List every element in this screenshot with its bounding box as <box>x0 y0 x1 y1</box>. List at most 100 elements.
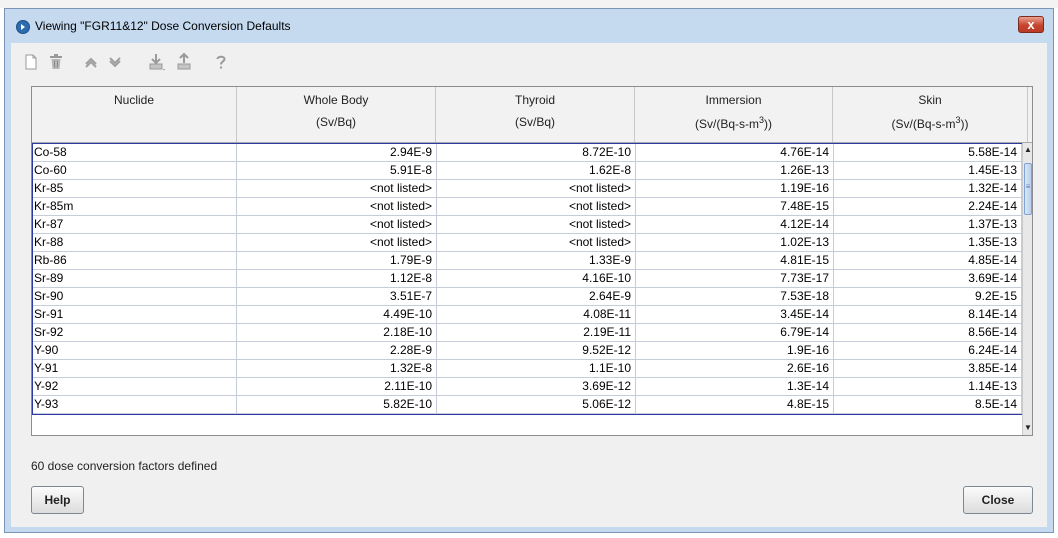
cell-nuclide[interactable]: Y-93 <box>32 396 237 413</box>
scroll-up-arrow-icon[interactable]: ▲ <box>1023 143 1032 157</box>
table-row[interactable]: Co-60 5.91E-8 1.62E-8 1.26E-13 1.45E-13 <box>33 162 1022 180</box>
cell-skin[interactable]: 1.37E-13 <box>834 216 1022 233</box>
cell-immersion[interactable]: 1.9E-16 <box>636 342 834 359</box>
title-bar[interactable]: Viewing "FGR11&12" Dose Conversion Defau… <box>5 9 1053 43</box>
cell-skin[interactable]: 1.14E-13 <box>834 378 1022 395</box>
cell-thyroid[interactable]: <not listed> <box>437 234 636 251</box>
table-row[interactable]: Y-91 1.32E-8 1.1E-10 2.6E-16 3.85E-14 <box>33 360 1022 378</box>
cell-whole-body[interactable]: 3.51E-7 <box>238 288 437 305</box>
window-close-button[interactable]: x <box>1018 16 1044 33</box>
column-header-whole-body[interactable]: Whole Body (Sv/Bq) <box>237 87 436 142</box>
cell-thyroid[interactable]: 2.64E-9 <box>437 288 636 305</box>
cell-skin[interactable]: 3.69E-14 <box>834 270 1022 287</box>
delete-icon[interactable] <box>46 52 66 72</box>
cell-whole-body[interactable]: 5.82E-10 <box>238 396 437 413</box>
cell-whole-body[interactable]: 2.28E-9 <box>238 342 437 359</box>
cell-whole-body[interactable]: 2.11E-10 <box>238 378 437 395</box>
cell-immersion[interactable]: 4.81E-15 <box>636 252 834 269</box>
cell-whole-body[interactable]: 2.94E-9 <box>238 144 437 161</box>
cell-whole-body[interactable]: <not listed> <box>238 234 437 251</box>
column-header-skin[interactable]: Skin (Sv/(Bq-s-m3)) <box>833 87 1028 142</box>
column-header-thyroid[interactable]: Thyroid (Sv/Bq) <box>436 87 635 142</box>
cell-nuclide[interactable]: Y-90 <box>32 342 237 359</box>
column-header-nuclide[interactable]: Nuclide <box>32 87 237 142</box>
cell-immersion[interactable]: 7.48E-15 <box>636 198 834 215</box>
cell-immersion[interactable]: 1.26E-13 <box>636 162 834 179</box>
cell-nuclide[interactable]: Kr-85m <box>32 198 237 215</box>
cell-thyroid[interactable]: <not listed> <box>437 198 636 215</box>
cell-skin[interactable]: 8.5E-14 <box>834 396 1022 413</box>
cell-skin[interactable]: 9.2E-15 <box>834 288 1022 305</box>
cell-thyroid[interactable]: 4.16E-10 <box>437 270 636 287</box>
move-up-icon[interactable] <box>81 52 101 72</box>
cell-thyroid[interactable]: 4.08E-11 <box>437 306 636 323</box>
cell-nuclide[interactable]: Y-91 <box>32 360 237 377</box>
import-icon[interactable] <box>146 52 166 72</box>
cell-skin[interactable]: 4.85E-14 <box>834 252 1022 269</box>
scroll-down-arrow-icon[interactable]: ▼ <box>1023 421 1032 435</box>
cell-whole-body[interactable]: <not listed> <box>238 198 437 215</box>
cell-whole-body[interactable]: 5.91E-8 <box>238 162 437 179</box>
cell-nuclide[interactable]: Sr-92 <box>32 324 237 341</box>
cell-immersion[interactable]: 7.53E-18 <box>636 288 834 305</box>
cell-thyroid[interactable]: 9.52E-12 <box>437 342 636 359</box>
cell-skin[interactable]: 8.56E-14 <box>834 324 1022 341</box>
table-row[interactable]: Y-92 2.11E-10 3.69E-12 1.3E-14 1.14E-13 <box>33 378 1022 396</box>
cell-thyroid[interactable]: 8.72E-10 <box>437 144 636 161</box>
cell-skin[interactable]: 5.58E-14 <box>834 144 1022 161</box>
cell-thyroid[interactable]: 3.69E-12 <box>437 378 636 395</box>
cell-immersion[interactable]: 2.6E-16 <box>636 360 834 377</box>
new-document-icon[interactable] <box>21 52 41 72</box>
cell-skin[interactable]: 1.32E-14 <box>834 180 1022 197</box>
vertical-scrollbar[interactable]: ▲ ≡ ▼ <box>1022 143 1032 435</box>
export-icon[interactable] <box>174 52 194 72</box>
cell-skin[interactable]: 8.14E-14 <box>834 306 1022 323</box>
cell-whole-body[interactable]: <not listed> <box>238 216 437 233</box>
cell-whole-body[interactable]: 1.12E-8 <box>238 270 437 287</box>
table-row[interactable]: Sr-91 4.49E-10 4.08E-11 3.45E-14 8.14E-14 <box>33 306 1022 324</box>
cell-immersion[interactable]: 7.73E-17 <box>636 270 834 287</box>
cell-immersion[interactable]: 1.02E-13 <box>636 234 834 251</box>
cell-nuclide[interactable]: Kr-85 <box>32 180 237 197</box>
cell-thyroid[interactable]: <not listed> <box>437 216 636 233</box>
scrollbar-thumb[interactable]: ≡ <box>1024 163 1032 215</box>
move-down-icon[interactable] <box>105 52 125 72</box>
cell-immersion[interactable]: 1.3E-14 <box>636 378 834 395</box>
cell-immersion[interactable]: 1.19E-16 <box>636 180 834 197</box>
table-row[interactable]: Sr-92 2.18E-10 2.19E-11 6.79E-14 8.56E-14 <box>33 324 1022 342</box>
table-row[interactable]: Kr-85 <not listed> <not listed> 1.19E-16 1.3… <box>33 180 1022 198</box>
cell-whole-body[interactable]: <not listed> <box>238 180 437 197</box>
help-icon[interactable] <box>211 52 231 72</box>
cell-thyroid[interactable]: 5.06E-12 <box>437 396 636 413</box>
cell-thyroid[interactable]: 1.33E-9 <box>437 252 636 269</box>
column-header-immersion[interactable]: Immersion (Sv/(Bq-s-m3)) <box>635 87 833 142</box>
cell-nuclide[interactable]: Rb-86 <box>32 252 237 269</box>
cell-whole-body[interactable]: 1.79E-9 <box>238 252 437 269</box>
cell-whole-body[interactable]: 2.18E-10 <box>238 324 437 341</box>
table-row[interactable]: Sr-89 1.12E-8 4.16E-10 7.73E-17 3.69E-14 <box>33 270 1022 288</box>
help-button[interactable]: Help <box>31 486 84 514</box>
cell-skin[interactable]: 6.24E-14 <box>834 342 1022 359</box>
cell-nuclide[interactable]: Co-58 <box>32 144 237 161</box>
cell-skin[interactable]: 3.85E-14 <box>834 360 1022 377</box>
cell-thyroid[interactable]: 1.1E-10 <box>437 360 636 377</box>
table-row[interactable]: Kr-87 <not listed> <not listed> 4.12E-14 1.3… <box>33 216 1022 234</box>
cell-thyroid[interactable]: 1.62E-8 <box>437 162 636 179</box>
table-row[interactable]: Kr-85m <not listed> <not listed> 7.48E-15 2.… <box>33 198 1022 216</box>
cell-nuclide[interactable]: Y-92 <box>32 378 237 395</box>
table-row[interactable]: Y-93 5.82E-10 5.06E-12 4.8E-15 8.5E-14 <box>33 396 1022 414</box>
cell-immersion[interactable]: 4.8E-15 <box>636 396 834 413</box>
cell-immersion[interactable]: 4.76E-14 <box>636 144 834 161</box>
cell-whole-body[interactable]: 1.32E-8 <box>238 360 437 377</box>
cell-skin[interactable]: 1.35E-13 <box>834 234 1022 251</box>
cell-thyroid[interactable]: <not listed> <box>437 180 636 197</box>
cell-nuclide[interactable]: Co-60 <box>32 162 237 179</box>
table-row[interactable]: Co-58 2.94E-9 8.72E-10 4.76E-14 5.58E-14 <box>33 144 1022 162</box>
cell-thyroid[interactable]: 2.19E-11 <box>437 324 636 341</box>
table-row[interactable]: Kr-88 <not listed> <not listed> 1.02E-13 1.3… <box>33 234 1022 252</box>
cell-nuclide[interactable]: Kr-88 <box>32 234 237 251</box>
table-row[interactable]: Y-90 2.28E-9 9.52E-12 1.9E-16 6.24E-14 <box>33 342 1022 360</box>
cell-nuclide[interactable]: Sr-91 <box>32 306 237 323</box>
table-row[interactable]: Sr-90 3.51E-7 2.64E-9 7.53E-18 9.2E-15 <box>33 288 1022 306</box>
close-button[interactable]: Close <box>963 486 1033 514</box>
